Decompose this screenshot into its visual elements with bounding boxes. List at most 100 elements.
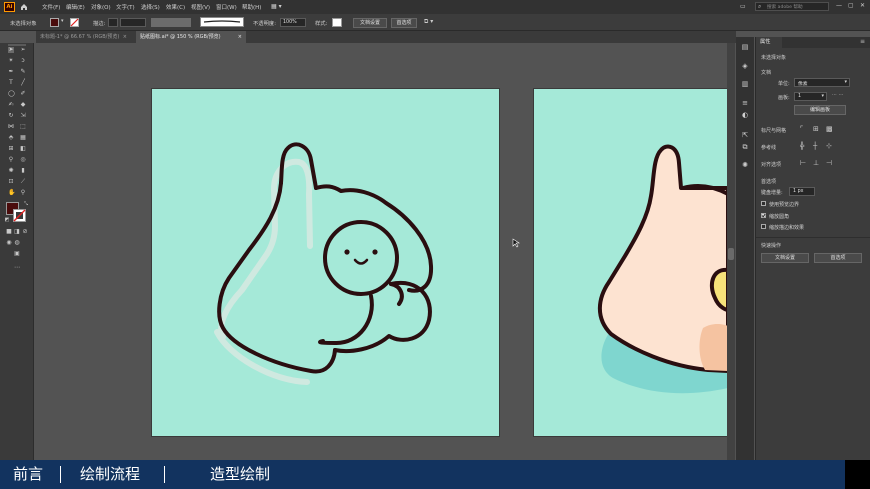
width-tool-icon[interactable]: ⋈ <box>8 124 14 130</box>
scrollbar-thumb[interactable] <box>728 248 734 260</box>
keyboard-increment-input[interactable]: 1 px <box>789 187 815 196</box>
canvas-area[interactable] <box>35 43 735 460</box>
symbol-sprayer-tool-icon[interactable]: ✺ <box>8 168 14 174</box>
artboard-2[interactable] <box>533 88 728 437</box>
mesh-tool-icon[interactable]: ⊞ <box>8 146 14 152</box>
direct-selection-tool-icon[interactable]: ➢ <box>20 47 26 53</box>
stroke-weight-dropdown[interactable] <box>120 18 146 27</box>
selection-tool-icon[interactable]: ➤ <box>8 47 14 53</box>
magic-wand-tool-icon[interactable]: ✴ <box>8 58 14 64</box>
tab-sticker-icon[interactable]: 贴纸图标.ai* @ 150 % (RGB/预览) × <box>136 31 246 43</box>
graphic-style-swatch[interactable] <box>332 18 342 27</box>
slice-tool-icon[interactable]: ⟋ <box>20 179 26 185</box>
swap-fill-stroke-icon[interactable]: ⤡ <box>23 201 29 207</box>
menu-window[interactable]: 窗口(W) <box>216 3 237 11</box>
lock-guides-icon[interactable]: ┼ <box>813 142 817 150</box>
scale-corners-checkbox[interactable] <box>761 213 766 218</box>
opacity-input[interactable]: 100% <box>280 18 306 27</box>
zoom-tool-icon[interactable]: ⚲ <box>20 190 26 196</box>
grid-icon[interactable]: ⊞ <box>813 125 819 133</box>
perspective-grid-tool-icon[interactable]: ▦ <box>20 135 26 141</box>
column-graph-tool-icon[interactable]: ▮ <box>20 168 26 174</box>
menu-effect[interactable]: 效果(C) <box>166 3 185 11</box>
scale-strokes-effects-checkbox[interactable] <box>761 224 766 229</box>
lasso-tool-icon[interactable]: ↄ <box>20 58 26 64</box>
export-panel-icon[interactable]: ⇱ <box>740 131 750 139</box>
brush-definition[interactable] <box>200 17 244 27</box>
quick-doc-setup-button[interactable]: 文档设置 <box>761 253 809 263</box>
nav-item-preface[interactable]: 前言 <box>13 465 43 483</box>
edit-artboards-button[interactable]: 编辑画板 <box>794 105 846 115</box>
none-mode-icon[interactable]: ⊘ <box>22 229 28 235</box>
menu-file[interactable]: 文件(F) <box>42 3 60 11</box>
menu-object[interactable]: 对象(O) <box>91 3 111 11</box>
use-preview-bounds-checkbox[interactable] <box>761 201 766 206</box>
shape-builder-tool-icon[interactable]: ⬘ <box>8 135 14 141</box>
tab-untitled-1[interactable]: 未标题-1* @ 66.67 % (RGB/预览) × <box>36 31 131 43</box>
chevron-down-icon[interactable]: ▾ <box>61 18 64 24</box>
libraries-panel-icon[interactable]: ▥ <box>740 80 750 88</box>
eraser-tool-icon[interactable]: ◆ <box>20 102 26 108</box>
draw-mode-icon[interactable]: ◉ <box>6 240 12 246</box>
smart-guides-icon[interactable]: ⊹ <box>826 142 832 150</box>
rotate-tool-icon[interactable]: ↻ <box>8 113 14 119</box>
blend-tool-icon[interactable]: ◎ <box>20 157 26 163</box>
curvature-tool-icon[interactable]: ✎ <box>20 69 26 75</box>
pen-tool-icon[interactable]: ✒ <box>8 69 14 75</box>
menu-edit[interactable]: 编辑(E) <box>66 3 85 11</box>
properties-panel-icon[interactable]: ▤ <box>740 43 750 51</box>
align-left-icon[interactable]: ⊢ <box>800 159 806 167</box>
variable-width-preview[interactable] <box>151 18 191 27</box>
close-icon[interactable]: × <box>123 31 127 43</box>
color-panel-icon[interactable]: ✺ <box>740 161 750 169</box>
artboards-panel-icon[interactable]: ⧉ <box>740 143 750 151</box>
document-setup-button[interactable]: 文档设置 <box>353 18 387 28</box>
draw-inside-icon[interactable]: ◍ <box>14 240 20 246</box>
search-box[interactable]: ⌕ 搜索 adobe 帮助 <box>755 2 829 11</box>
preferences-button[interactable]: 首选项 <box>391 18 417 28</box>
paintbrush-tool-icon[interactable]: ✐ <box>20 91 26 97</box>
type-tool-icon[interactable]: T <box>8 80 14 86</box>
ellipse-tool-icon[interactable]: ◯ <box>8 91 15 97</box>
default-colors-icon[interactable]: ◩ <box>4 217 10 223</box>
rulers-icon[interactable]: ⌜ <box>800 125 803 133</box>
hand-tool-icon[interactable]: ✋ <box>8 190 15 196</box>
nav-item-shape-drawing[interactable]: 造型绘制 <box>210 465 270 483</box>
artboard-tool-icon[interactable]: ⊡ <box>8 179 14 185</box>
home-icon[interactable] <box>20 3 28 11</box>
artboard-dots-icon[interactable]: ⋯ ⋯ <box>832 92 844 98</box>
stroke-weight-input[interactable] <box>108 18 118 27</box>
menu-help[interactable]: 帮助(H) <box>242 3 261 11</box>
eyedropper-tool-icon[interactable]: ⚲ <box>8 157 14 163</box>
units-dropdown[interactable]: 像素 ▾ <box>794 78 850 87</box>
align-center-icon[interactable]: ⊥ <box>813 159 819 167</box>
arrange-documents-icon[interactable]: ⧉ ▾ <box>424 18 433 26</box>
line-tool-icon[interactable]: ╱ <box>20 80 26 86</box>
quick-preferences-button[interactable]: 首选项 <box>814 253 862 263</box>
show-guides-icon[interactable]: ╬ <box>800 142 804 150</box>
nav-item-drawing-process[interactable]: 绘制流程 <box>80 465 140 483</box>
free-transform-tool-icon[interactable]: ⬚ <box>20 124 26 130</box>
transparency-panel-icon[interactable]: ◐ <box>740 111 750 119</box>
shaper-tool-icon[interactable]: ✍ <box>8 102 14 108</box>
menu-view[interactable]: 视图(V) <box>191 3 210 11</box>
gradient-tool-icon[interactable]: ◧ <box>20 146 26 152</box>
color-mode-icon[interactable]: ■ <box>6 229 12 235</box>
close-icon[interactable]: ✕ <box>860 2 866 9</box>
share-icon[interactable]: ▭ <box>740 3 748 11</box>
align-right-icon[interactable]: ⊣ <box>826 159 832 167</box>
transparency-grid-icon[interactable]: ▩ <box>826 125 833 133</box>
minimize-icon[interactable]: — <box>836 2 842 9</box>
tab-properties[interactable]: 属性 <box>756 37 782 48</box>
close-icon[interactable]: × <box>238 31 242 43</box>
artboard-1[interactable] <box>151 88 500 437</box>
menu-select[interactable]: 选择(S) <box>141 3 160 11</box>
screen-mode-icon[interactable]: ▣ <box>14 251 20 257</box>
stroke-panel-icon[interactable]: ≡ <box>740 99 750 107</box>
fill-swatch[interactable] <box>50 18 59 27</box>
vertical-scrollbar[interactable] <box>727 43 735 460</box>
workspace-switcher-icon[interactable]: ▦ ▾ <box>271 3 289 11</box>
more-tools-icon[interactable]: ⋯ <box>14 265 20 271</box>
menu-type[interactable]: 文字(T) <box>116 3 135 11</box>
maximize-icon[interactable]: ▢ <box>848 2 854 9</box>
